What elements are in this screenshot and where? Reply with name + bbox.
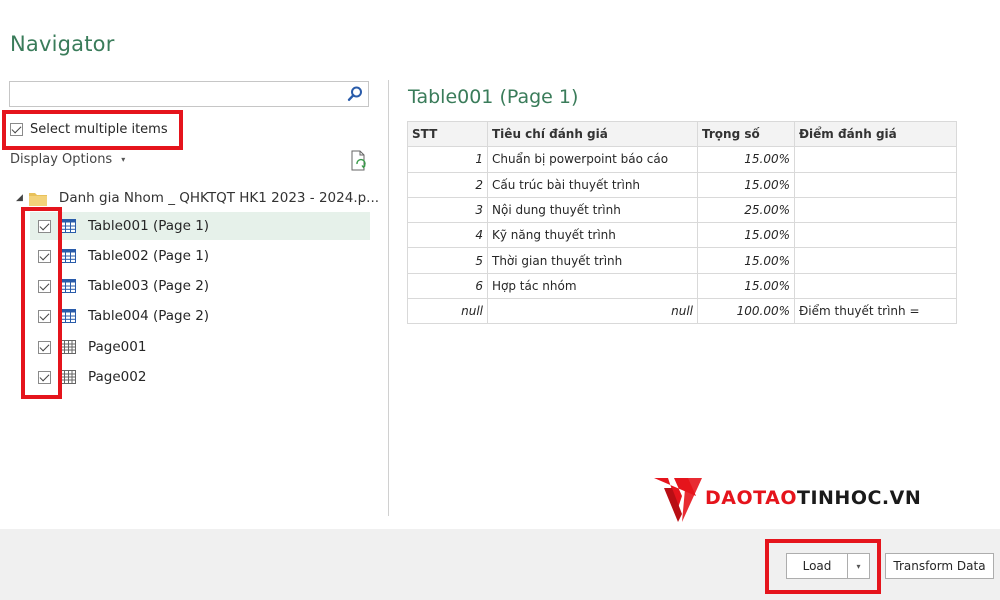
table-cell: Chuẩn bị powerpoint báo cáo [487, 146, 698, 173]
tree-item-page002[interactable]: Page002 [30, 363, 370, 391]
tree-item-label: Table002 (Page 1) [88, 248, 210, 264]
load-split-button[interactable]: Load ▾ [786, 553, 870, 579]
checkbox-checked[interactable] [38, 340, 51, 354]
table-cell [794, 222, 957, 249]
refresh-icon[interactable] [349, 150, 369, 172]
table-cell: 15.00% [697, 247, 795, 274]
table-cell: Cấu trúc bài thuyết trình [487, 171, 698, 198]
tree-root-label: Danh gia Nhom _ QHKTQT HK1 2023 - 2024.p… [58, 190, 380, 206]
table-cell: 15.00% [697, 272, 795, 300]
search-box[interactable] [9, 81, 369, 107]
table-row: null null 100.00% Điểm thuyết trình = [407, 298, 957, 325]
table-cell: Thời gian thuyết trình [487, 247, 698, 274]
navigator-title: Navigator [10, 32, 115, 56]
logo-text-red: DAOTAO [705, 487, 797, 509]
table-cell: 4 [407, 222, 488, 249]
table-cell: Kỹ năng thuyết trình [487, 222, 698, 249]
select-multiple-label: Select multiple items [30, 121, 168, 137]
table-cell: Nội dung thuyết trình [487, 196, 698, 224]
table-cell [794, 247, 957, 274]
column-header[interactable]: STT [407, 120, 488, 148]
checkbox-checked[interactable] [38, 279, 51, 293]
chevron-down-icon: ▾ [121, 155, 126, 164]
transform-data-button[interactable]: Transform Data [885, 553, 994, 579]
tree-item-label: Table001 (Page 1) [88, 218, 210, 234]
table-row: 3 Nội dung thuyết trình 25.00% [407, 196, 957, 224]
tree-item-label: Table004 (Page 2) [88, 308, 210, 324]
tree-item-table001[interactable]: Table001 (Page 1) [30, 212, 370, 240]
table-cell [794, 146, 957, 173]
table-row: 2 Cấu trúc bài thuyết trình 15.00% [407, 171, 957, 198]
table-cell: 3 [407, 196, 488, 224]
checkbox-checked[interactable] [38, 370, 51, 384]
table-cell: 25.00% [697, 196, 795, 224]
preview-table: STT Tiêu chí đánh giá Trọng số Điểm đánh… [407, 120, 957, 325]
checkbox-checked[interactable] [38, 219, 51, 233]
display-options-label: Display Options [10, 152, 113, 167]
search-input[interactable] [10, 82, 340, 106]
folder-icon [28, 192, 47, 206]
tree-item-label: Page001 [88, 339, 147, 355]
tree-item-table002[interactable]: Table002 (Page 1) [30, 242, 370, 270]
table-row: 6 Hợp tác nhóm 15.00% [407, 272, 957, 300]
logo-text-black: TINHOC.VN [796, 487, 922, 509]
table-icon [60, 279, 76, 293]
tree-root-folder[interactable]: ◢ Danh gia Nhom _ QHKTQT HK1 2023 - 2024… [16, 187, 379, 209]
tree-item-label: Table003 (Page 2) [88, 278, 210, 294]
table-row: 1 Chuẩn bị powerpoint báo cáo 15.00% [407, 146, 957, 173]
table-row: 5 Thời gian thuyết trình 15.00% [407, 247, 957, 274]
watermark-logo-text: DAOTAOTINHOC.VN [705, 487, 921, 509]
table-header-row: STT Tiêu chí đánh giá Trọng số Điểm đánh… [407, 120, 957, 148]
select-multiple-items-checkbox[interactable]: Select multiple items [10, 121, 168, 137]
tree-item-label: Page002 [88, 369, 147, 385]
page-icon [60, 370, 76, 384]
search-icon[interactable] [346, 85, 364, 103]
panel-divider[interactable] [388, 80, 389, 516]
table-row: 4 Kỹ năng thuyết trình 15.00% [407, 222, 957, 249]
table-cell [794, 196, 957, 224]
column-header[interactable]: Tiêu chí đánh giá [487, 120, 698, 148]
table-cell: 1 [407, 146, 488, 173]
table-icon [60, 309, 76, 323]
checkbox-checked[interactable] [10, 122, 23, 136]
page-icon [60, 340, 76, 354]
table-cell: 6 [407, 272, 488, 300]
table-cell: 15.00% [697, 222, 795, 249]
tree-item-table003[interactable]: Table003 (Page 2) [30, 272, 370, 300]
column-header[interactable]: Trọng số [697, 120, 795, 148]
table-cell: null [487, 298, 698, 325]
checkbox-checked[interactable] [38, 249, 51, 263]
table-cell: 15.00% [697, 171, 795, 198]
table-cell [794, 171, 957, 198]
table-cell: 2 [407, 171, 488, 198]
checkbox-checked[interactable] [38, 309, 51, 323]
table-icon [60, 249, 76, 263]
table-cell: 15.00% [697, 146, 795, 173]
column-header[interactable]: Điểm đánh giá [794, 120, 957, 148]
table-cell: Điểm thuyết trình = [794, 298, 957, 325]
load-dropdown-chevron-icon[interactable]: ▾ [848, 553, 870, 579]
table-cell: 100.00% [697, 298, 795, 325]
table-cell [794, 272, 957, 300]
table-cell: 5 [407, 247, 488, 274]
display-options-dropdown[interactable]: Display Options ▾ [10, 152, 125, 167]
tree-item-page001[interactable]: Page001 [30, 333, 370, 361]
preview-title: Table001 (Page 1) [408, 86, 579, 108]
tree-item-table004[interactable]: Table004 (Page 2) [30, 302, 370, 330]
load-button[interactable]: Load [786, 553, 848, 579]
table-cell: Hợp tác nhóm [487, 272, 698, 300]
table-cell: null [407, 298, 488, 325]
expand-triangle-icon[interactable]: ◢ [16, 193, 23, 203]
table-icon [60, 219, 76, 233]
